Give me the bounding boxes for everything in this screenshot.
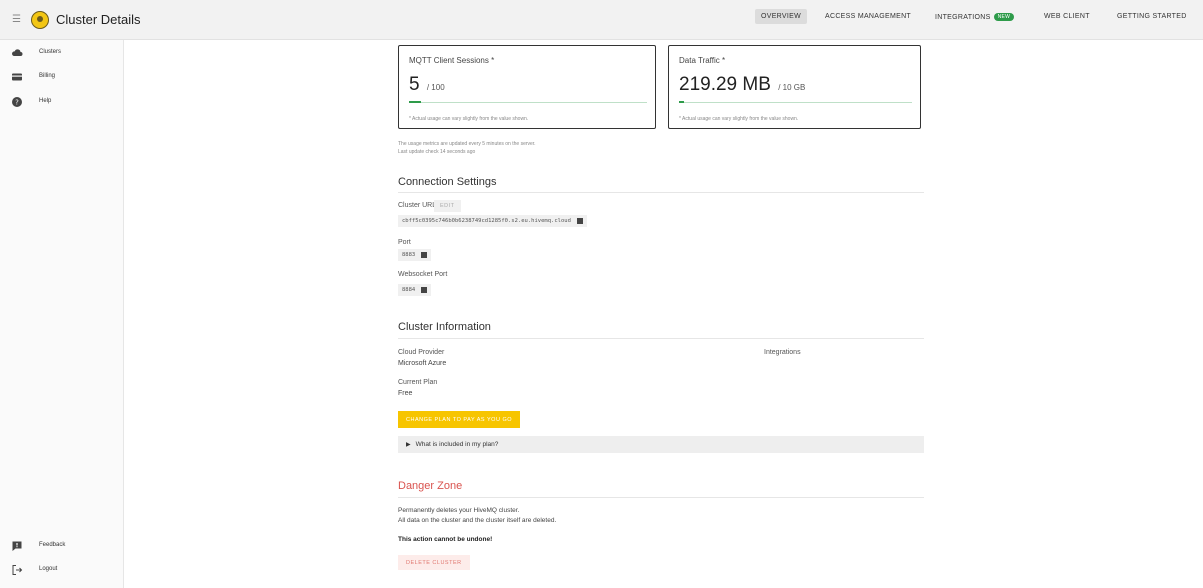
port-field: 8883	[398, 249, 432, 261]
svg-text:?: ?	[15, 99, 19, 107]
hivemq-logo	[31, 11, 49, 29]
sidebar-item-help[interactable]: ? Help	[11, 94, 51, 108]
sidebar-item-label: Help	[39, 98, 52, 104]
cloud-provider-label: Cloud Provider	[398, 349, 445, 356]
section-divider	[398, 192, 924, 193]
tab-overview[interactable]: OVERVIEW	[755, 9, 808, 24]
cluster-url-label: Cluster URL	[398, 202, 437, 209]
cluster-url-field: cbff5c0395c746b0b6238749cd1285f0.s2.eu.h…	[398, 215, 587, 227]
edit-url-button[interactable]: EDIT	[434, 200, 461, 212]
last-update-note: Last update check 14 seconds ago	[398, 149, 476, 155]
logout-icon	[11, 563, 23, 575]
danger-zone-title: Danger Zone	[398, 480, 463, 492]
sidebar-item-billing[interactable]: Billing	[11, 69, 55, 83]
websocket-port-field: 8884	[398, 284, 432, 296]
sessions-title: MQTT Client Sessions *	[409, 56, 495, 65]
traffic-max: / 10 GB	[778, 83, 806, 92]
sessions-progress-track	[409, 101, 647, 103]
traffic-card: Data Traffic * 219.29 MB / 10 GB * Actua…	[668, 45, 921, 129]
change-plan-button[interactable]: CHANGE PLAN TO PAY AS YOU GO	[398, 411, 521, 428]
copy-icon[interactable]	[421, 252, 428, 258]
usage-update-note: The usage metrics are updated every 5 mi…	[398, 141, 536, 147]
menu-toggle-icon[interactable]: ☰	[12, 14, 24, 26]
danger-text-line-2: All data on the cluster and the cluster …	[398, 517, 557, 524]
plan-details-expander[interactable]: ▶ What is included in my plan?	[398, 436, 924, 453]
sidebar-item-logout[interactable]: Logout	[11, 562, 57, 576]
traffic-title: Data Traffic *	[679, 56, 726, 65]
sessions-max: / 100	[426, 83, 445, 92]
danger-warning: This action cannot be undone!	[398, 536, 493, 543]
port-value: 8883	[402, 252, 416, 258]
traffic-note: * Actual usage can vary slightly from th…	[679, 116, 799, 122]
tab-getting-started[interactable]: GETTING STARTED	[1117, 13, 1187, 20]
app-bar: ☰ Cluster Details OVERVIEW ACCESS MANAGE…	[0, 0, 1203, 40]
websocket-port-label: Websocket Port	[398, 271, 448, 278]
integrations-label: Integrations	[764, 349, 801, 356]
expand-arrow-icon: ▶	[406, 442, 411, 448]
sidebar-item-label: Clusters	[39, 49, 62, 55]
credit-card-icon	[11, 70, 23, 82]
traffic-value-line: 219.29 MB / 10 GB	[679, 74, 805, 96]
current-plan-value: Free	[398, 390, 413, 397]
sidebar: Clusters Billing ? Help Feedback Logout	[0, 40, 124, 588]
feedback-icon	[11, 539, 23, 551]
traffic-value: 219.29 MB	[679, 74, 771, 95]
sidebar-item-label: Billing	[39, 73, 56, 79]
sidebar-item-label: Feedback	[39, 542, 66, 548]
cluster-url-value: cbff5c0395c746b0b6238749cd1285f0.s2.eu.h…	[402, 218, 571, 224]
sidebar-item-clusters[interactable]: Clusters	[11, 45, 61, 59]
danger-text-line-1: Permanently deletes your HiveMQ cluster.	[398, 507, 520, 514]
plan-details-label: What is included in my plan?	[415, 441, 499, 448]
sessions-progress-fill	[409, 101, 421, 103]
copy-icon[interactable]	[576, 218, 583, 224]
traffic-progress-fill	[679, 101, 685, 103]
tab-integrations-label: INTEGRATIONS	[935, 13, 991, 21]
tab-integrations[interactable]: INTEGRATIONS NEW	[935, 13, 1015, 21]
tab-web-client[interactable]: WEB CLIENT	[1044, 13, 1090, 20]
sessions-card: MQTT Client Sessions * 5 / 100 * Actual …	[398, 45, 656, 129]
section-divider	[398, 338, 924, 339]
websocket-port-value: 8884	[402, 287, 416, 293]
new-badge: NEW	[993, 13, 1015, 21]
sessions-value: 5	[409, 74, 420, 95]
delete-cluster-button[interactable]: DELETE CLUSTER	[398, 555, 470, 570]
copy-icon[interactable]	[421, 287, 428, 293]
cloud-icon	[11, 46, 23, 58]
page-title: Cluster Details	[56, 12, 141, 27]
sidebar-item-label: Logout	[39, 566, 58, 572]
cloud-provider-value: Microsoft Azure	[398, 360, 447, 367]
current-plan-label: Current Plan	[398, 379, 438, 386]
connection-settings-title: Connection Settings	[398, 176, 497, 188]
cluster-information-title: Cluster Information	[398, 321, 491, 333]
traffic-progress-track	[679, 101, 912, 103]
sessions-value-line: 5 / 100	[409, 74, 445, 96]
sessions-note: * Actual usage can vary slightly from th…	[409, 116, 529, 122]
sidebar-item-feedback[interactable]: Feedback	[11, 538, 65, 552]
tab-access-management[interactable]: ACCESS MANAGEMENT	[825, 13, 911, 20]
port-label: Port	[398, 239, 411, 246]
help-icon: ?	[11, 95, 23, 107]
main-content: MQTT Client Sessions * 5 / 100 * Actual …	[124, 40, 1203, 588]
section-divider	[398, 497, 924, 498]
